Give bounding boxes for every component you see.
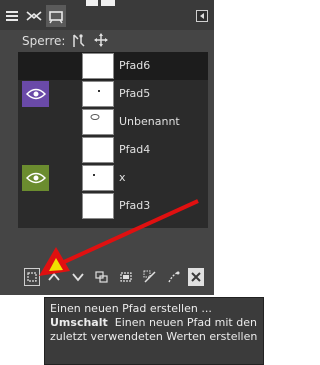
- tooltip: Einen neuen Pfad erstellen ... Umschalt …: [44, 297, 264, 365]
- tooltip-line2: Umschalt Einen neuen Pfad mit den zuletz…: [50, 316, 258, 344]
- tooltip-line1: Einen neuen Pfad erstellen ...: [50, 302, 212, 315]
- tooltip-modifier: Umschalt: [50, 316, 108, 329]
